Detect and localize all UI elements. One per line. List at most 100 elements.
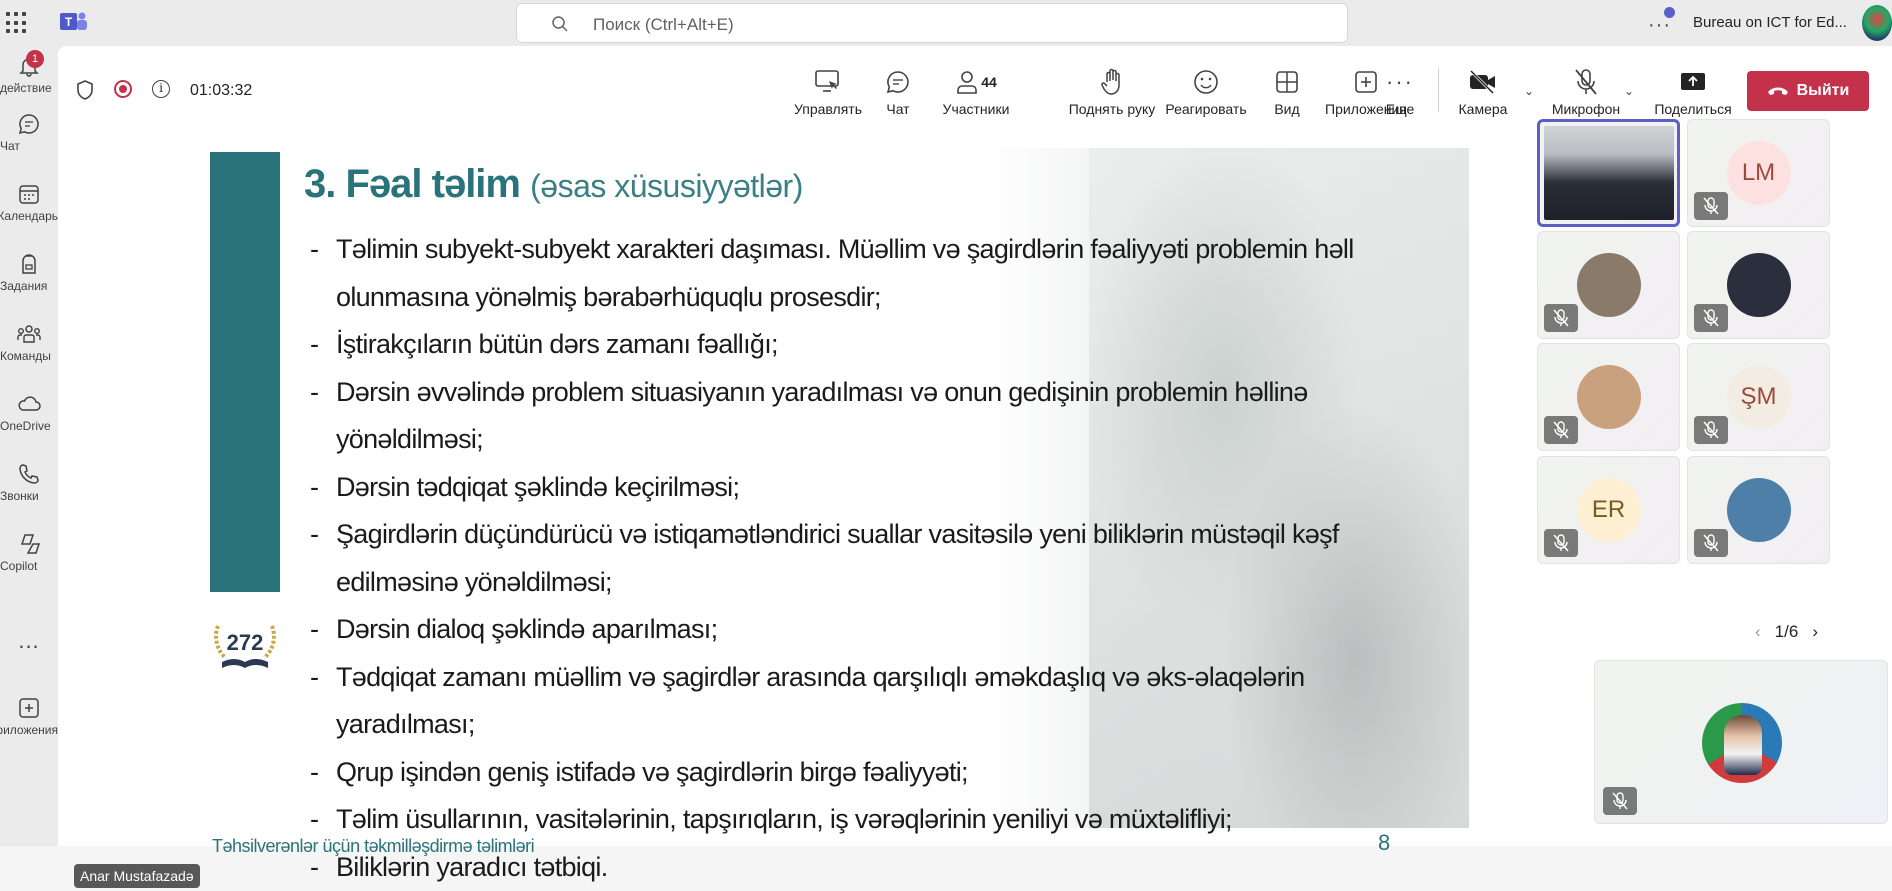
mic-off-icon [1694, 529, 1728, 557]
add-app-icon [1354, 70, 1378, 94]
bullet-item: Şagirdlərin düçündürücü və istiqamətlənd… [310, 511, 1442, 606]
participant-avatar: ŞM [1727, 365, 1791, 429]
chat-icon [17, 112, 41, 136]
more-button[interactable]: ··· Еще [1376, 68, 1424, 117]
info-icon[interactable]: i [152, 80, 170, 98]
app-launcher-icon[interactable] [6, 12, 28, 34]
rail-calls[interactable]: Звонки [0, 462, 58, 503]
camera-button[interactable]: Камера [1452, 68, 1514, 117]
profile-avatar[interactable] [1862, 5, 1892, 41]
rail-teams[interactable]: Команды [0, 322, 58, 363]
participants-icon [955, 69, 979, 95]
hand-icon [1100, 68, 1124, 96]
teams-icon [16, 322, 42, 346]
camera-off-icon [1468, 69, 1498, 95]
more-apps-icon[interactable]: ... [0, 628, 58, 654]
mic-off-icon [1544, 304, 1578, 332]
raise-hand-button[interactable]: Поднять руку [1064, 68, 1160, 117]
mic-off-icon [1573, 68, 1599, 96]
participant-avatar [1577, 365, 1641, 429]
participant-tile[interactable]: ŞM [1687, 343, 1830, 451]
svg-text:T: T [65, 15, 73, 29]
manage-button[interactable]: Управлять [788, 68, 868, 117]
notification-badge: 1 [26, 50, 44, 68]
participant-avatar [1727, 478, 1791, 542]
participants-button[interactable]: 44 Участники [932, 68, 1020, 117]
share-screen-icon [1680, 70, 1706, 94]
more-label: Еще [1376, 101, 1424, 117]
mic-options-chevron-icon[interactable]: ⌄ [1624, 84, 1634, 98]
mic-off-icon [1544, 416, 1578, 444]
view-button[interactable]: Вид [1262, 68, 1312, 117]
camera-options-chevron-icon[interactable]: ⌄ [1524, 84, 1534, 98]
self-video-tile[interactable] [1594, 660, 1888, 824]
meeting-timer: 01:03:32 [190, 82, 252, 100]
share-button[interactable]: Поделиться [1650, 68, 1736, 117]
school-logo-icon: 272 [210, 606, 280, 682]
slide-title: 3. Fəal təlim (əsas xüsusiyyətlər) [304, 162, 803, 207]
manage-label: Управлять [788, 101, 868, 117]
raise-hand-label: Поднять руку [1064, 101, 1160, 117]
react-button[interactable]: Реагировать [1162, 68, 1250, 117]
shared-slide: 272 3. Fəal təlim (əsas xüsusiyyətlər) T… [184, 148, 1469, 828]
rail-activity[interactable]: 1 действие [0, 54, 58, 95]
bullet-item: Qrup işindən geniş istifadə və şagirdlər… [310, 749, 1442, 797]
camera-label: Камера [1452, 101, 1514, 117]
phone-icon [17, 462, 41, 486]
search-icon [551, 15, 569, 33]
participant-tile[interactable] [1687, 231, 1830, 339]
self-avatar [1702, 703, 1782, 783]
meeting-control-bar: i 01:03:32 Управлять Чат 44 Участники По… [58, 46, 1892, 128]
participant-tile[interactable] [1537, 119, 1680, 227]
gallery-pager: ‹1/6› [1755, 622, 1818, 642]
mic-button[interactable]: Микрофон [1546, 68, 1626, 117]
rail-label: Задания [0, 279, 58, 293]
mic-label: Микрофон [1546, 101, 1626, 117]
next-page-chevron-icon[interactable]: › [1812, 622, 1818, 641]
emoji-icon [1192, 68, 1220, 96]
presence-dot [1664, 7, 1675, 18]
calendar-icon [17, 182, 41, 206]
rail-chat[interactable]: Чат [0, 112, 58, 153]
org-name[interactable]: Bureau on ICT for Ed... [1693, 14, 1863, 31]
rail-assignments[interactable]: Задания [0, 252, 58, 293]
app-rail: 1 действие Чат Календарь Задания Команды… [0, 46, 58, 846]
mic-off-icon [1544, 529, 1578, 557]
react-label: Реагировать [1162, 101, 1250, 117]
view-label: Вид [1262, 101, 1312, 117]
slide-footer: Təhsilverənlər üçün təkmilləşdirmə təlim… [212, 836, 534, 857]
search-input[interactable]: Поиск (Ctrl+Alt+E) [516, 3, 1348, 43]
participant-tile[interactable] [1537, 231, 1680, 339]
participant-avatar: ER [1577, 478, 1641, 542]
mic-off-icon [1694, 304, 1728, 332]
slide-accent-bar [210, 152, 280, 592]
shield-icon[interactable] [76, 80, 94, 100]
participants-count: 44 [981, 74, 997, 90]
add-app-icon [17, 696, 41, 720]
leave-button[interactable]: Выйти [1747, 71, 1869, 111]
participant-avatar [1544, 126, 1674, 220]
rail-apps[interactable]: Приложения [0, 696, 58, 737]
rail-label: Приложения [0, 723, 58, 737]
bullet-item: Təlimin subyekt-subyekt xarakteri daşıma… [310, 226, 1442, 321]
slide-page-number: 8 [1378, 830, 1390, 856]
rail-label: Чат [0, 139, 58, 153]
participant-tile[interactable]: ER [1537, 456, 1680, 564]
leave-label: Выйти [1797, 82, 1850, 100]
participant-tile[interactable] [1687, 456, 1830, 564]
participant-tile[interactable]: LM [1687, 119, 1830, 227]
mic-off-icon [1694, 192, 1728, 220]
search-placeholder: Поиск (Ctrl+Alt+E) [593, 15, 734, 35]
chat-label: Чат [868, 101, 928, 117]
chat-button[interactable]: Чат [868, 68, 928, 117]
rail-onedrive[interactable]: OneDrive [0, 392, 58, 433]
participant-tile[interactable] [1537, 343, 1680, 451]
slide-subtitle: (əsas xüsusiyyətlər) [530, 168, 803, 204]
bullet-item: Dərsin dialoq şəklində aparılması; [310, 606, 1442, 654]
recording-icon[interactable] [114, 80, 132, 98]
rail-calendar[interactable]: Календарь [0, 182, 58, 223]
hangup-icon [1767, 85, 1789, 97]
rail-copilot[interactable]: Copilot [0, 532, 58, 573]
prev-page-chevron-icon[interactable]: ‹ [1755, 622, 1761, 641]
slide-bullet-list: Təlimin subyekt-subyekt xarakteri daşıma… [310, 226, 1442, 891]
